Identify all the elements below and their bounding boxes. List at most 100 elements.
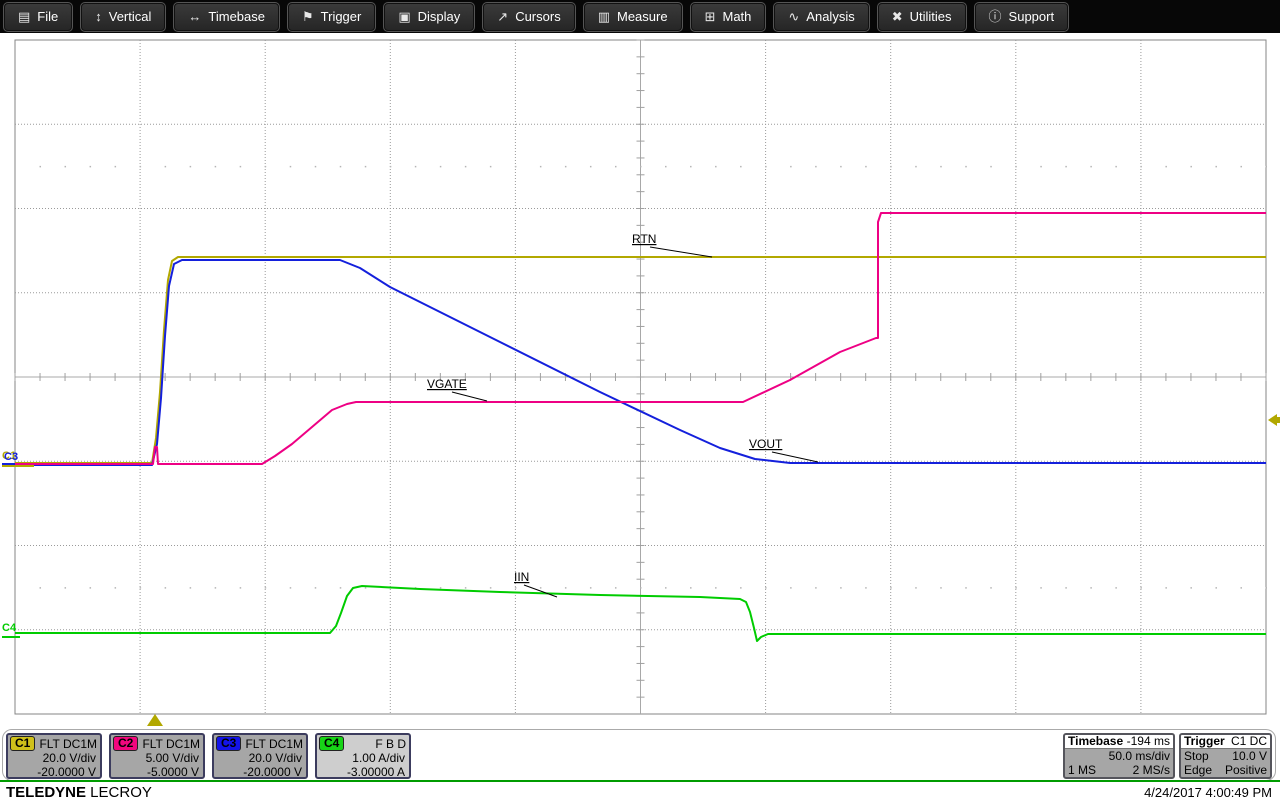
menu-bar: ▤File ↕Vertical ↔Timebase ⚑Trigger ▣Display ↗…: [0, 0, 1280, 33]
minor-dot: [1140, 587, 1142, 589]
minor-dot: [1115, 587, 1117, 589]
trigger-level-marker[interactable]: [1268, 414, 1277, 426]
menu-button-label: Analysis: [806, 9, 854, 24]
minor-dot: [1015, 587, 1017, 589]
minor-dot: [40, 166, 42, 168]
minor-dot: [915, 166, 917, 168]
minor-dot: [1140, 166, 1142, 168]
menu-button-analysis[interactable]: ∿Analysis: [774, 3, 868, 31]
minor-dot: [815, 166, 817, 168]
menu-button-support[interactable]: ⓘSupport: [975, 3, 1069, 31]
minor-dot: [265, 166, 267, 168]
minor-dot: [190, 166, 192, 168]
footer-separator: [0, 780, 1280, 782]
vout-label-leader: [772, 452, 818, 462]
minor-dot: [1240, 587, 1242, 589]
menu-button-label: File: [37, 9, 58, 24]
channel-descriptor-c2[interactable]: C2 FLT DC1M 5.00 V/div -5.0000 V: [109, 733, 205, 779]
minor-dot: [1266, 587, 1268, 589]
minor-dot: [165, 166, 167, 168]
menu-button-utilities[interactable]: ✖Utilities: [878, 3, 966, 31]
minor-dot: [790, 166, 792, 168]
amps-per-div: 1.00 A/div: [317, 751, 409, 765]
menu-button-vertical[interactable]: ↕Vertical: [81, 3, 165, 31]
trigger-time-marker[interactable]: [147, 714, 163, 726]
channel-descriptor-c1[interactable]: C1 FLT DC1M 20.0 V/div -20.0000 V: [6, 733, 102, 779]
graticule: [15, 40, 1267, 714]
minor-dot: [340, 166, 342, 168]
minor-dot: [715, 166, 717, 168]
minor-dot: [765, 587, 767, 589]
minor-dot: [515, 166, 517, 168]
menu-button-label: Math: [722, 9, 751, 24]
minor-dot: [990, 166, 992, 168]
rtn-label: RTN: [632, 232, 656, 246]
trigger-mode: Stop: [1184, 749, 1209, 763]
coupling-label: FLT DC1M: [39, 737, 97, 751]
trigger-descriptor[interactable]: Trigger C1 DC Stop 10.0 V Edge Positive: [1179, 733, 1272, 779]
minor-dot: [865, 166, 867, 168]
timebase-position: -194 ms: [1127, 735, 1170, 748]
minor-dot: [90, 587, 92, 589]
coupling-label: FLT DC1M: [245, 737, 303, 751]
minor-dot: [440, 166, 442, 168]
minor-dot: [1215, 166, 1217, 168]
iin-label-leader: [524, 585, 557, 597]
minor-dot: [190, 587, 192, 589]
minor-dot: [615, 587, 617, 589]
minor-dot: [715, 587, 717, 589]
vgate-label-leader: [452, 392, 487, 401]
channel-descriptor-c4[interactable]: C4 F B D 1.00 A/div -3.00000 A: [315, 733, 411, 779]
tools-icon: ✖: [892, 10, 903, 23]
minor-dot: [1190, 587, 1192, 589]
trigger-title: Trigger: [1184, 735, 1225, 748]
vertical-arrows-icon: ↕: [95, 10, 102, 23]
minor-dot: [565, 166, 567, 168]
menu-button-label: Timebase: [208, 9, 265, 24]
minor-dot: [1240, 166, 1242, 168]
minor-dot: [665, 587, 667, 589]
minor-dot: [65, 166, 67, 168]
minor-dot: [365, 166, 367, 168]
trigger-flag-icon: ⚑: [302, 10, 314, 23]
minor-dot: [90, 166, 92, 168]
channel-badge-c2: C2: [113, 736, 138, 751]
menu-button-label: Support: [1009, 9, 1055, 24]
c3-zero-marker[interactable]: C3: [4, 451, 18, 463]
minor-dot: [65, 587, 67, 589]
menu-button-timebase[interactable]: ↔Timebase: [174, 3, 279, 31]
minor-dot: [140, 587, 142, 589]
minor-dot: [590, 587, 592, 589]
minor-dot: [165, 587, 167, 589]
menu-button-cursors[interactable]: ↗Cursors: [483, 3, 574, 31]
minor-dot: [1065, 587, 1067, 589]
minor-dot: [740, 587, 742, 589]
minor-dot: [340, 587, 342, 589]
offset-value: -20.0000 V: [214, 765, 306, 779]
minor-dot: [965, 587, 967, 589]
minor-dot: [1090, 587, 1092, 589]
minor-dot: [540, 587, 542, 589]
timebase-descriptor[interactable]: Timebase -194 ms 50.0 ms/div 1 MS 2 MS/s: [1063, 733, 1175, 779]
minor-dot: [840, 587, 842, 589]
menu-button-trigger[interactable]: ⚑Trigger: [288, 3, 375, 31]
offset-value: -3.00000 A: [317, 765, 409, 779]
clock-timestamp: 4/24/2017 4:00:49 PM: [1144, 785, 1272, 800]
coupling-label: FLT DC1M: [142, 737, 200, 751]
menu-button-measure[interactable]: ▥Measure: [584, 3, 682, 31]
minor-dot: [790, 587, 792, 589]
minor-dot: [490, 587, 492, 589]
menu-button-label: Measure: [617, 9, 668, 24]
minor-dot: [490, 166, 492, 168]
calculator-icon: ⊞: [705, 10, 716, 23]
minor-dot: [40, 587, 42, 589]
channel-badge-c3: C3: [216, 736, 241, 751]
menu-button-file[interactable]: ▤File: [4, 3, 72, 31]
minor-dot: [940, 166, 942, 168]
channel-descriptor-c3[interactable]: C3 FLT DC1M 20.0 V/div -20.0000 V: [212, 733, 308, 779]
minor-dot: [265, 587, 267, 589]
c4-zero-marker[interactable]: C4: [2, 622, 17, 634]
menu-button-display[interactable]: ▣Display: [384, 3, 474, 31]
menu-button-math[interactable]: ⊞ Math: [691, 3, 766, 31]
minor-dot: [215, 587, 217, 589]
